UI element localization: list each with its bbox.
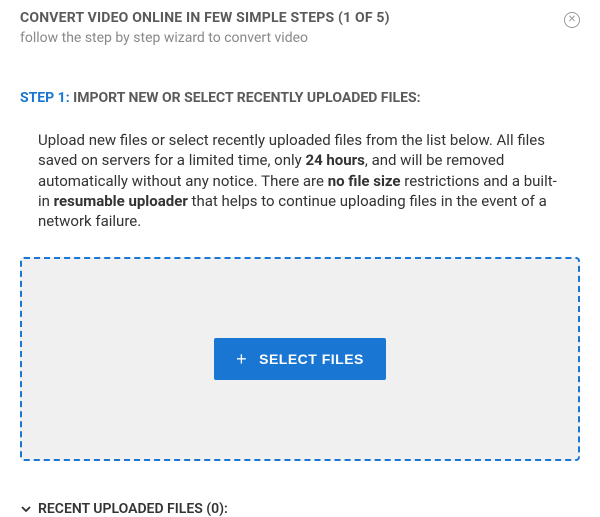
- page-title: CONVERT VIDEO ONLINE IN FEW SIMPLE STEPS…: [20, 10, 390, 26]
- close-button[interactable]: ✕: [564, 12, 580, 28]
- step-label: STEP 1:: [20, 90, 70, 106]
- step-heading: IMPORT NEW OR SELECT RECENTLY UPLOADED F…: [73, 90, 420, 106]
- chevron-down-icon: [20, 503, 32, 515]
- select-files-label: SELECT FILES: [259, 351, 364, 367]
- plus-icon: +: [236, 350, 247, 368]
- select-files-button[interactable]: + SELECT FILES: [214, 338, 386, 380]
- file-dropzone[interactable]: + SELECT FILES: [20, 257, 580, 461]
- step-header: STEP 1: IMPORT NEW OR SELECT RECENTLY UP…: [20, 90, 580, 106]
- page-subtitle: follow the step by step wizard to conver…: [20, 30, 390, 46]
- close-icon: ✕: [568, 15, 576, 25]
- step-description: Upload new files or select recently uplo…: [20, 130, 580, 231]
